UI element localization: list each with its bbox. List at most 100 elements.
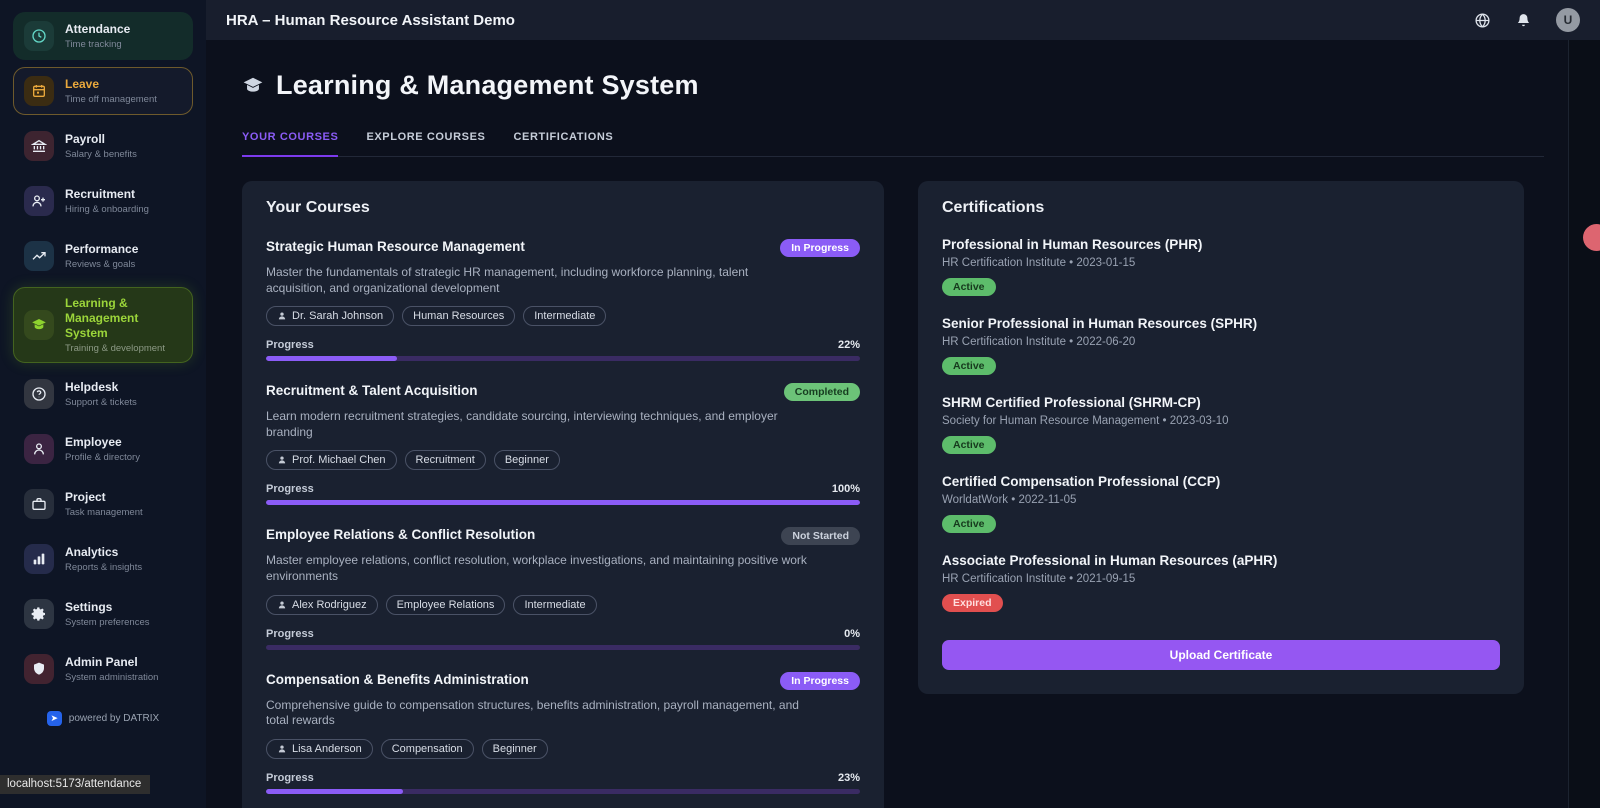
page-title: Learning & Management System [276, 70, 699, 101]
sidebar-item-label: Settings [65, 600, 149, 615]
upload-certificate-button[interactable]: Upload Certificate [942, 640, 1500, 670]
certification-name: Senior Professional in Human Resources (… [942, 316, 1500, 331]
sidebar-footer: ➤ powered by DATRIX [13, 711, 193, 726]
sidebar-item-label: Payroll [65, 132, 137, 147]
question-circle-icon [24, 379, 54, 409]
sidebar-item-label: Project [65, 490, 143, 505]
certification-meta: HR Certification Institute • 2023-01-15 [942, 257, 1500, 269]
datrix-logo-icon: ➤ [47, 711, 62, 726]
panel-title: Your Courses [266, 199, 860, 217]
instructor-tag: Prof. Michael Chen [266, 450, 397, 470]
person-icon [277, 744, 287, 754]
course-title: Strategic Human Resource Management [266, 239, 525, 254]
shield-icon [24, 654, 54, 684]
sidebar: Attendance Time tracking Leave Time off … [0, 0, 206, 808]
person-icon [277, 600, 287, 610]
category-tag: Human Resources [402, 306, 515, 326]
app-header: HRA – Human Resource Assistant Demo U [206, 0, 1600, 40]
certification-item: Certified Compensation Professional (CCP… [942, 474, 1500, 533]
person-icon [277, 455, 287, 465]
tab-certifications[interactable]: CERTIFICATIONS [513, 131, 613, 156]
sidebar-item-sublabel: Reports & insights [65, 562, 142, 573]
trend-up-icon [24, 241, 54, 271]
tab-explore-courses[interactable]: EXPLORE COURSES [366, 131, 485, 156]
person-icon [24, 434, 54, 464]
sidebar-item-learning-management-system[interactable]: Learning & Management System Training & … [13, 287, 193, 363]
sidebar-item-sublabel: Time tracking [65, 39, 130, 50]
user-avatar[interactable]: U [1556, 8, 1580, 32]
gear-icon [24, 599, 54, 629]
certification-name: Associate Professional in Human Resource… [942, 553, 1500, 568]
course-description: Learn modern recruitment strategies, can… [266, 409, 811, 440]
certification-item: Professional in Human Resources (PHR) HR… [942, 237, 1500, 296]
certification-status-badge: Active [942, 515, 996, 533]
bank-icon [24, 131, 54, 161]
person-icon [277, 311, 287, 321]
sidebar-item-payroll[interactable]: Payroll Salary & benefits [13, 122, 193, 170]
main-content: Learning & Management System YOUR COURSE… [206, 40, 1600, 808]
course-item: Strategic Human Resource Management In P… [266, 239, 860, 361]
sidebar-item-admin-panel[interactable]: Admin Panel System administration [13, 645, 193, 693]
sidebar-item-recruitment[interactable]: Recruitment Hiring & onboarding [13, 177, 193, 225]
sidebar-item-sublabel: Training & development [65, 343, 165, 354]
sidebar-item-label: Employee [65, 435, 140, 450]
sidebar-item-sublabel: Task management [65, 507, 143, 518]
sidebar-item-settings[interactable]: Settings System preferences [13, 590, 193, 638]
progress-bar [266, 789, 860, 794]
progress-label: Progress [266, 628, 314, 640]
powered-by-text: powered by DATRIX [69, 713, 159, 724]
your-courses-panel: Your Courses Strategic Human Resource Ma… [242, 181, 884, 808]
sidebar-item-label: Learning & Management System [65, 296, 163, 341]
certification-item: SHRM Certified Professional (SHRM-CP) So… [942, 395, 1500, 454]
progress-value: 22% [838, 339, 860, 351]
level-tag: Intermediate [523, 306, 606, 326]
level-tag: Intermediate [513, 595, 596, 615]
certification-name: Certified Compensation Professional (CCP… [942, 474, 1500, 489]
sidebar-item-analytics[interactable]: Analytics Reports & insights [13, 535, 193, 583]
briefcase-icon [24, 489, 54, 519]
certification-meta: HR Certification Institute • 2022-06-20 [942, 336, 1500, 348]
sidebar-item-leave[interactable]: Leave Time off management [13, 67, 193, 115]
certification-status-badge: Active [942, 357, 996, 375]
certifications-panel: Certifications Professional in Human Res… [918, 181, 1524, 694]
category-tag: Compensation [381, 739, 474, 759]
sidebar-item-sublabel: Hiring & onboarding [65, 204, 149, 215]
calendar-icon [24, 76, 54, 106]
course-title: Recruitment & Talent Acquisition [266, 383, 478, 398]
sidebar-item-helpdesk[interactable]: Helpdesk Support & tickets [13, 370, 193, 418]
course-title: Employee Relations & Conflict Resolution [266, 527, 535, 542]
sidebar-item-attendance[interactable]: Attendance Time tracking [13, 12, 193, 60]
bell-icon[interactable] [1515, 12, 1532, 29]
certification-status-badge: Expired [942, 594, 1003, 612]
certification-name: SHRM Certified Professional (SHRM-CP) [942, 395, 1500, 410]
graduation-cap-icon [242, 75, 264, 97]
certification-item: Senior Professional in Human Resources (… [942, 316, 1500, 375]
progress-bar [266, 356, 860, 361]
instructor-tag: Alex Rodriguez [266, 595, 378, 615]
sidebar-item-sublabel: Support & tickets [65, 397, 137, 408]
scrollbar-gutter [1568, 40, 1600, 808]
app-title: HRA – Human Resource Assistant Demo [226, 12, 515, 29]
course-description: Comprehensive guide to compensation stru… [266, 698, 811, 729]
sidebar-item-performance[interactable]: Performance Reviews & goals [13, 232, 193, 280]
person-add-icon [24, 186, 54, 216]
globe-icon[interactable] [1474, 12, 1491, 29]
level-tag: Beginner [494, 450, 560, 470]
sidebar-item-label: Admin Panel [65, 655, 158, 670]
status-badge: Not Started [781, 527, 860, 545]
instructor-tag: Dr. Sarah Johnson [266, 306, 394, 326]
browser-status-bar: localhost:5173/attendance [0, 775, 150, 794]
certification-meta: WorldatWork • 2022-11-05 [942, 494, 1500, 506]
sidebar-item-sublabel: Profile & directory [65, 452, 140, 463]
sidebar-item-project[interactable]: Project Task management [13, 480, 193, 528]
panel-title: Certifications [942, 199, 1500, 217]
sidebar-item-sublabel: Time off management [65, 94, 157, 105]
status-badge: In Progress [780, 672, 860, 690]
progress-value: 100% [832, 483, 860, 495]
category-tag: Employee Relations [386, 595, 506, 615]
certification-item: Associate Professional in Human Resource… [942, 553, 1500, 612]
sidebar-item-employee[interactable]: Employee Profile & directory [13, 425, 193, 473]
tab-your-courses[interactable]: YOUR COURSES [242, 131, 338, 157]
sidebar-item-label: Attendance [65, 22, 130, 37]
progress-bar [266, 645, 860, 650]
